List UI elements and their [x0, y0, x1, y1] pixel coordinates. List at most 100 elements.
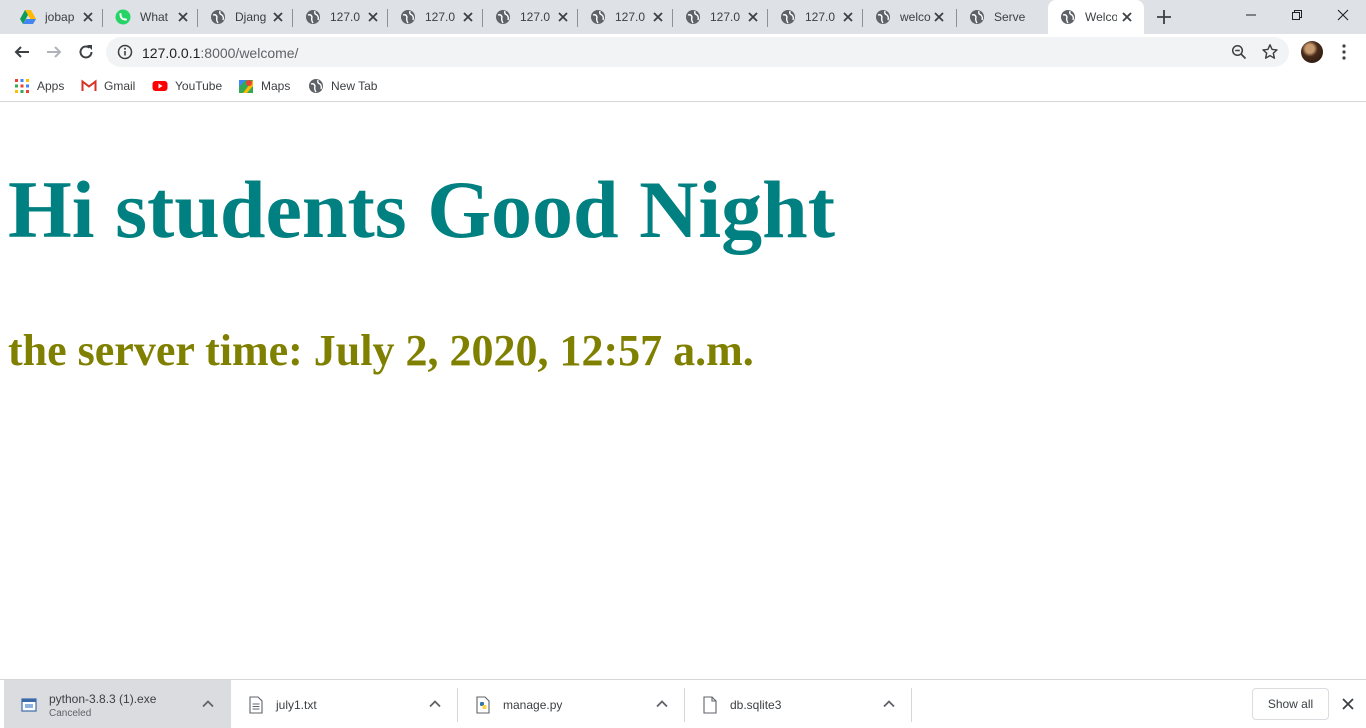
- whatsapp-icon: [115, 9, 131, 25]
- tab-strip: jobap What Djang 127.0 127.0 127.0 127.0…: [0, 0, 1366, 34]
- bookmark-maps[interactable]: Maps: [238, 76, 290, 96]
- tab-8[interactable]: 127.0: [768, 0, 863, 34]
- file-icon: [703, 696, 717, 714]
- bookmark-apps[interactable]: Apps: [14, 76, 64, 96]
- tab-title: Djang: [235, 10, 267, 24]
- tab-title: welco: [900, 10, 931, 24]
- back-button[interactable]: [10, 40, 34, 64]
- minimize-button[interactable]: [1228, 0, 1274, 30]
- globe-icon: [686, 10, 700, 24]
- close-icon[interactable]: [840, 9, 856, 25]
- download-filename: python-3.8.3 (1).exe: [49, 692, 157, 706]
- youtube-icon: [152, 81, 168, 91]
- tab-5[interactable]: 127.0: [483, 0, 578, 34]
- reload-icon: [79, 45, 93, 59]
- download-item[interactable]: july1.txt: [231, 680, 458, 728]
- close-icon[interactable]: [270, 9, 286, 25]
- tab-title: What: [140, 10, 169, 24]
- python-file-icon: [476, 696, 490, 714]
- globe-icon: [1061, 10, 1075, 24]
- tab-4[interactable]: 127.0: [388, 0, 483, 34]
- bookmark-youtube[interactable]: YouTube: [152, 76, 222, 96]
- globe-icon: [876, 10, 890, 24]
- bookmark-gmail[interactable]: Gmail: [81, 76, 135, 96]
- download-filename: manage.py: [503, 698, 563, 712]
- bookmark-new-tab[interactable]: New Tab: [308, 76, 377, 96]
- url-path: :8000/welcome/: [200, 45, 299, 61]
- close-icon[interactable]: [931, 9, 947, 25]
- tab-6[interactable]: 127.0: [578, 0, 673, 34]
- download-item[interactable]: db.sqlite3: [685, 680, 912, 728]
- close-icon[interactable]: [555, 9, 571, 25]
- globe-icon: [496, 10, 510, 24]
- window-close-button[interactable]: [1320, 0, 1366, 30]
- tab-0[interactable]: jobap: [8, 0, 103, 34]
- server-time-heading: the server time: July 2, 2020, 12:57 a.m…: [8, 326, 754, 375]
- restore-icon: [1292, 10, 1302, 20]
- globe-icon: [591, 10, 605, 24]
- download-separator: [911, 688, 912, 722]
- info-icon[interactable]: [117, 44, 133, 60]
- reload-button[interactable]: [74, 40, 98, 64]
- globe-icon: [211, 10, 225, 24]
- page-content: Hi students Good Night the server time: …: [0, 103, 1366, 679]
- close-icon[interactable]: [1339, 695, 1357, 713]
- close-icon[interactable]: [1119, 9, 1135, 25]
- tab-title: 127.0: [615, 10, 646, 24]
- tab-title: 127.0: [330, 10, 361, 24]
- profile-avatar[interactable]: [1301, 41, 1323, 63]
- close-icon[interactable]: [365, 9, 381, 25]
- close-icon[interactable]: [80, 9, 96, 25]
- download-shelf: python-3.8.3 (1).exe Canceled july1.txt …: [0, 679, 1366, 728]
- arrow-right-icon: [47, 46, 62, 58]
- tab-title: Welco: [1085, 10, 1117, 24]
- show-all-button[interactable]: Show all: [1252, 688, 1329, 720]
- url-host: 127.0.0.1: [142, 45, 201, 61]
- maps-icon: [239, 80, 253, 93]
- tab-title: 127.0: [805, 10, 836, 24]
- url-text[interactable]: 127.0.0.1:8000/welcome/: [142, 45, 298, 61]
- more-menu-icon[interactable]: [1334, 42, 1354, 62]
- tab-title: Serve: [994, 10, 1026, 24]
- close-icon: [1337, 9, 1349, 21]
- address-bar[interactable]: 127.0.0.1:8000/welcome/: [106, 37, 1289, 67]
- download-filename: july1.txt: [276, 698, 317, 712]
- chevron-up-icon[interactable]: [201, 697, 215, 711]
- chevron-up-icon[interactable]: [655, 697, 669, 711]
- globe-icon: [970, 10, 984, 24]
- tab-10[interactable]: Serve: [957, 0, 1048, 34]
- bookmark-label: YouTube: [175, 79, 223, 93]
- text-file-icon: [249, 696, 263, 714]
- close-icon[interactable]: [650, 9, 666, 25]
- bookmark-star-icon[interactable]: [1261, 43, 1279, 61]
- tab-2[interactable]: Djang: [198, 0, 293, 34]
- minimize-icon: [1246, 14, 1256, 16]
- chevron-up-icon[interactable]: [428, 697, 442, 711]
- globe-icon: [306, 10, 320, 24]
- globe-icon: [309, 79, 323, 93]
- installer-icon: [21, 698, 37, 712]
- chevron-up-icon[interactable]: [882, 697, 896, 711]
- tab-title: 127.0: [520, 10, 551, 24]
- apps-grid-icon: [15, 79, 29, 93]
- browser-toolbar: 127.0.0.1:8000/welcome/: [0, 34, 1366, 70]
- close-icon[interactable]: [745, 9, 761, 25]
- tab-7[interactable]: 127.0: [673, 0, 768, 34]
- download-item[interactable]: python-3.8.3 (1).exe Canceled: [4, 680, 231, 728]
- download-item[interactable]: manage.py: [458, 680, 685, 728]
- restore-button[interactable]: [1274, 0, 1320, 30]
- close-icon[interactable]: [460, 9, 476, 25]
- download-filename: db.sqlite3: [730, 698, 782, 712]
- tab-1[interactable]: What: [103, 0, 198, 34]
- tab-3[interactable]: 127.0: [293, 0, 388, 34]
- zoom-icon[interactable]: [1231, 44, 1247, 60]
- gmail-icon: [81, 79, 97, 91]
- forward-button[interactable]: [42, 40, 66, 64]
- close-icon[interactable]: [175, 9, 191, 25]
- bookmark-label: Apps: [37, 79, 65, 93]
- bookmarks-bar: Apps Gmail YouTube Maps New Tab: [0, 70, 1366, 102]
- tab-9[interactable]: welco: [863, 0, 957, 34]
- new-tab-icon[interactable]: [1152, 5, 1176, 29]
- globe-icon: [781, 10, 795, 24]
- tab-11-active[interactable]: Welco: [1048, 0, 1144, 34]
